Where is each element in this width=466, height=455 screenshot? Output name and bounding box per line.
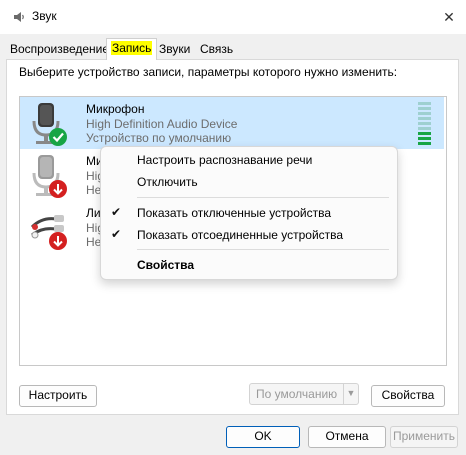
cancel-button[interactable]: Отмена bbox=[308, 426, 386, 448]
properties-button[interactable]: Свойства bbox=[371, 385, 445, 407]
speaker-icon bbox=[14, 12, 24, 22]
menu-item-show-disconnected[interactable]: Показать отсоединенные устройства bbox=[137, 228, 343, 242]
default-check-badge bbox=[49, 128, 67, 146]
close-icon: ✕ bbox=[443, 8, 455, 25]
menu-item-properties[interactable]: Свойства bbox=[137, 258, 194, 272]
line-in-icon bbox=[30, 215, 67, 250]
device-driver: High Definition Audio Device bbox=[86, 117, 238, 131]
chevron-down-icon[interactable]: ▼ bbox=[343, 384, 358, 404]
menu-item-disable[interactable]: Отключить bbox=[137, 175, 198, 189]
set-default-split-button[interactable]: По умолчанию ▼ bbox=[249, 383, 359, 405]
menu-separator bbox=[137, 197, 389, 198]
set-default-label: По умолчанию bbox=[256, 387, 338, 401]
level-meter bbox=[418, 102, 432, 147]
tab-playback[interactable]: Воспроизведение bbox=[6, 40, 113, 59]
menu-item-show-disabled[interactable]: Показать отключенные устройства bbox=[137, 206, 331, 220]
menu-item-speech-recognition[interactable]: Настроить распознавание речи bbox=[137, 153, 312, 167]
device-name: Микрофон bbox=[86, 102, 145, 116]
microphone-icon bbox=[32, 155, 67, 198]
checkmark-icon: ✔ bbox=[111, 205, 122, 219]
tab-communications[interactable]: Связь bbox=[196, 40, 237, 59]
device-microphone-default[interactable]: Микрофон High Definition Audio Device Ус… bbox=[20, 97, 444, 149]
ok-button[interactable]: OK bbox=[226, 426, 300, 448]
device-status: Устройство по умолчанию bbox=[86, 131, 232, 145]
sound-dialog: Звук ✕ Воспроизведение Запись Звуки Связ… bbox=[0, 0, 466, 455]
tab-sounds[interactable]: Звуки bbox=[155, 40, 194, 59]
checkmark-icon: ✔ bbox=[111, 227, 122, 241]
configure-button[interactable]: Настроить bbox=[19, 385, 97, 407]
context-menu: Настроить распознавание речи Отключить ✔… bbox=[100, 146, 398, 280]
apply-button[interactable]: Применить bbox=[390, 426, 458, 448]
close-button[interactable]: ✕ bbox=[436, 4, 462, 30]
instruction-text: Выберите устройство записи, параметры ко… bbox=[19, 65, 398, 79]
window-title: Звук bbox=[32, 9, 57, 23]
menu-separator bbox=[137, 249, 389, 250]
microphone-icon bbox=[32, 103, 67, 146]
device-name: Ли bbox=[86, 206, 101, 220]
title-bar: Звук ✕ bbox=[0, 0, 466, 34]
tab-recording[interactable]: Запись bbox=[106, 38, 158, 60]
